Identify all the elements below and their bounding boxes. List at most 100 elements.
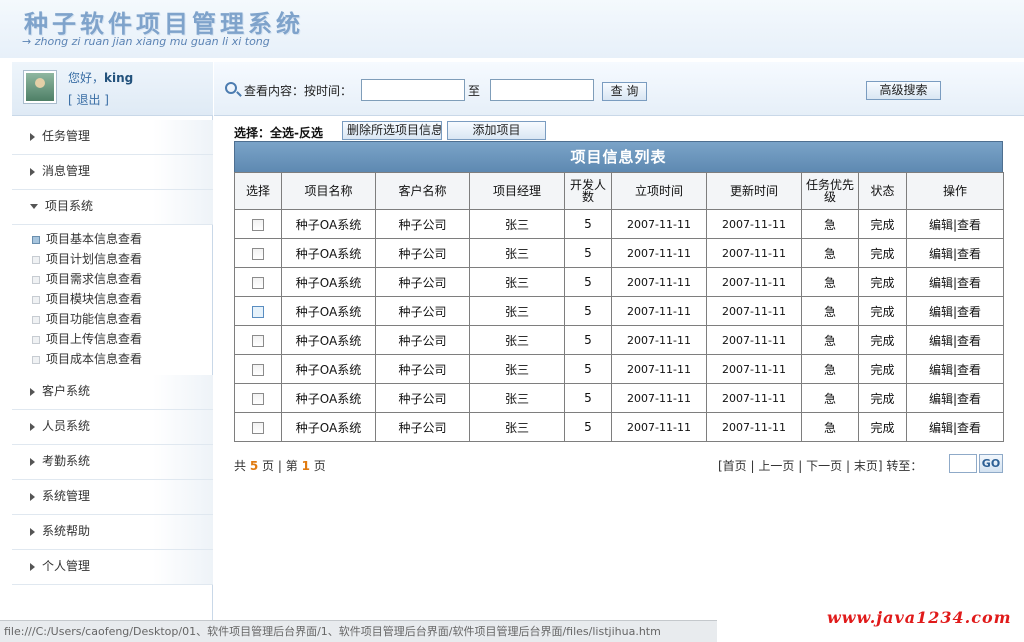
select-all-toggle[interactable]: 选择：全选-反选	[234, 124, 323, 141]
col-header-project-name: 项目名称	[281, 172, 376, 210]
checkbox-icon[interactable]	[252, 334, 264, 347]
cell-actions: 编辑|查看	[906, 209, 1004, 239]
cell-status: 完成	[858, 383, 907, 413]
checkbox-icon[interactable]	[252, 392, 264, 405]
checkbox-icon[interactable]	[252, 305, 264, 318]
date-to-label: 至	[468, 84, 481, 98]
subitem-project-requirements[interactable]: 项目需求信息查看	[32, 269, 213, 289]
edit-link[interactable]: 编辑	[929, 247, 953, 261]
cell-client-name: 种子公司	[375, 412, 470, 442]
sidebar-item-help[interactable]: 系统帮助	[12, 515, 213, 550]
subitem-label: 项目上传信息查看	[46, 332, 143, 346]
sidebar-item-attendance[interactable]: 考勤系统	[12, 445, 213, 480]
sidebar-item-personal[interactable]: 个人管理	[12, 550, 213, 585]
add-project-button[interactable]: 添加项目	[447, 121, 546, 140]
checkbox-icon[interactable]	[252, 218, 264, 231]
project-submenu: 项目基本信息查看 项目计划信息查看 项目需求信息查看 项目模块信息查看 项目功能…	[12, 225, 213, 375]
subitem-project-plan[interactable]: 项目计划信息查看	[32, 249, 213, 269]
sidebar-item-tasks[interactable]: 任务管理	[12, 120, 213, 155]
total-prefix: 共	[234, 459, 247, 473]
cell-actions: 编辑|查看	[906, 296, 1004, 326]
go-button[interactable]: GO	[979, 454, 1003, 473]
row-select-checkbox[interactable]	[234, 383, 282, 413]
view-link[interactable]: 查看	[957, 421, 981, 435]
cell-update-date: 2007-11-11	[706, 354, 802, 384]
cell-project-name: 种子OA系统	[281, 412, 376, 442]
row-select-checkbox[interactable]	[234, 238, 282, 268]
prev-page-link[interactable]: 上一页	[758, 459, 794, 473]
cell-manager: 张三	[469, 296, 565, 326]
cell-start-date: 2007-11-11	[611, 209, 707, 239]
subitem-project-basic[interactable]: 项目基本信息查看	[32, 229, 213, 249]
cell-client-name: 种子公司	[375, 325, 470, 355]
edit-link[interactable]: 编辑	[929, 363, 953, 377]
cell-status: 完成	[858, 325, 907, 355]
edit-link[interactable]: 编辑	[929, 392, 953, 406]
cell-dev-count: 5	[564, 412, 612, 442]
cell-status: 完成	[858, 238, 907, 268]
cell-client-name: 种子公司	[375, 209, 470, 239]
edit-link[interactable]: 编辑	[929, 334, 953, 348]
next-page-link[interactable]: 下一页	[806, 459, 842, 473]
checkbox-icon[interactable]	[252, 276, 264, 289]
checkbox-icon[interactable]	[252, 247, 264, 260]
cell-start-date: 2007-11-11	[611, 238, 707, 268]
jump-page-input[interactable]	[949, 454, 977, 473]
view-link[interactable]: 查看	[957, 276, 981, 290]
view-link[interactable]: 查看	[957, 334, 981, 348]
first-page-link[interactable]: [首页	[718, 459, 747, 473]
checkbox-icon[interactable]	[252, 363, 264, 376]
chevron-down-icon	[30, 204, 38, 209]
row-select-checkbox[interactable]	[234, 267, 282, 297]
advanced-search-button[interactable]: 高级搜索	[866, 81, 941, 100]
cell-manager: 张三	[469, 354, 565, 384]
sidebar-item-staff[interactable]: 人员系统	[12, 410, 213, 445]
row-select-checkbox[interactable]	[234, 354, 282, 384]
sidebar-item-projects[interactable]: 项目系统	[12, 190, 213, 225]
table-row: 种子OA系统 种子公司 张三 5 2007-11-11 2007-11-11 急完成 编辑|查…	[234, 412, 1004, 442]
delete-selected-button[interactable]: 删除所选项目信息	[342, 121, 442, 140]
sidebar-item-label: 系统帮助	[42, 524, 91, 538]
cell-manager: 张三	[469, 325, 565, 355]
cell-dev-count: 5	[564, 354, 612, 384]
logout-link[interactable]: [ 退出 ]	[68, 91, 109, 108]
edit-link[interactable]: 编辑	[929, 305, 953, 319]
view-link[interactable]: 查看	[957, 392, 981, 406]
checkbox-icon[interactable]	[252, 421, 264, 434]
cell-update-date: 2007-11-11	[706, 383, 802, 413]
date-to-input[interactable]	[490, 79, 594, 101]
date-from-input[interactable]	[361, 79, 465, 101]
sidebar-item-clients[interactable]: 客户系统	[12, 375, 213, 410]
cell-client-name: 种子公司	[375, 238, 470, 268]
view-link[interactable]: 查看	[957, 218, 981, 232]
sidebar-item-system-admin[interactable]: 系统管理	[12, 480, 213, 515]
cell-start-date: 2007-11-11	[611, 354, 707, 384]
search-bar: 查看内容：按时间： 至 查 询 高级搜索	[214, 62, 1024, 116]
subitem-project-functions[interactable]: 项目功能信息查看	[32, 309, 213, 329]
view-link[interactable]: 查看	[957, 305, 981, 319]
row-select-checkbox[interactable]	[234, 412, 282, 442]
cell-dev-count: 5	[564, 267, 612, 297]
edit-link[interactable]: 编辑	[929, 276, 953, 290]
cell-project-name: 种子OA系统	[281, 296, 376, 326]
subitem-project-modules[interactable]: 项目模块信息查看	[32, 289, 213, 309]
row-select-checkbox[interactable]	[234, 209, 282, 239]
sidebar-item-label: 人员系统	[42, 419, 91, 433]
subitem-project-costs[interactable]: 项目成本信息查看	[32, 349, 213, 369]
query-button[interactable]: 查 询	[602, 82, 647, 101]
sidebar-item-messages[interactable]: 消息管理	[12, 155, 213, 190]
sidebar-item-label: 考勤系统	[42, 454, 91, 468]
view-link[interactable]: 查看	[957, 247, 981, 261]
row-select-checkbox[interactable]	[234, 325, 282, 355]
edit-link[interactable]: 编辑	[929, 218, 953, 232]
sidebar-menu: 任务管理 消息管理 项目系统 项目基本信息查看 项目计划信息查看 项目需求信息查…	[12, 120, 213, 585]
row-select-checkbox[interactable]	[234, 296, 282, 326]
last-page-link[interactable]: 末页]	[854, 459, 883, 473]
view-link[interactable]: 查看	[957, 363, 981, 377]
col-header-start-date: 立项时间	[611, 172, 707, 210]
cell-actions: 编辑|查看	[906, 354, 1004, 384]
edit-link[interactable]: 编辑	[929, 421, 953, 435]
subitem-project-uploads[interactable]: 项目上传信息查看	[32, 329, 213, 349]
pager-divider: |	[750, 459, 755, 473]
cell-project-name: 种子OA系统	[281, 383, 376, 413]
